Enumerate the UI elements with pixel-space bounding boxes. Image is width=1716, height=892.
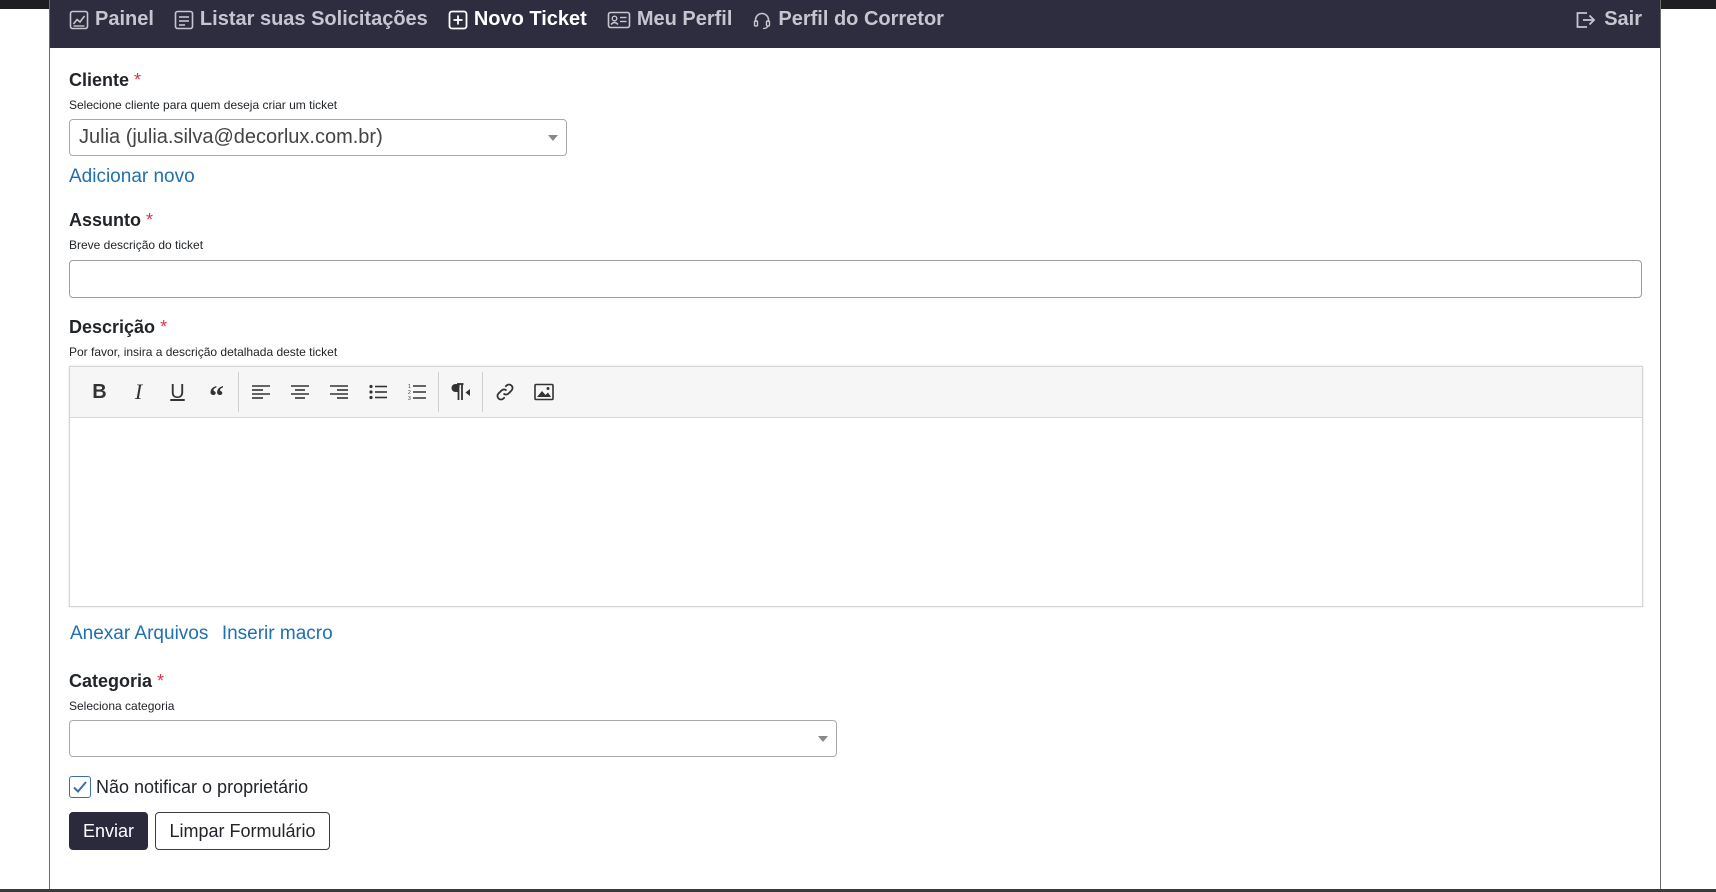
chevron-down-icon	[818, 736, 828, 742]
bold-icon: B	[92, 380, 107, 403]
required-asterisk: *	[134, 70, 142, 90]
cliente-label: Cliente *	[69, 70, 1643, 91]
align-left-button[interactable]	[241, 373, 280, 411]
quote-icon: “	[209, 380, 224, 413]
reset-form-button[interactable]: Limpar Formulário	[155, 812, 330, 850]
nav-item-label: Perfil do Corretor	[778, 8, 944, 30]
required-asterisk: *	[160, 317, 168, 337]
id-card-icon	[607, 11, 631, 28]
attach-files-link[interactable]: Anexar Arquivos	[70, 623, 208, 644]
list-icon	[174, 10, 194, 29]
categoria-label: Categoria *	[69, 671, 1643, 692]
cliente-label-text: Cliente	[69, 70, 130, 90]
descricao-label-text: Descrição	[69, 317, 156, 337]
submit-button[interactable]: Enviar	[69, 812, 149, 850]
assunto-field-group: Assunto * Breve descrição do ticket	[69, 210, 1643, 298]
align-right-button[interactable]	[319, 373, 358, 411]
cliente-field-group: Cliente * Selecione cliente para quem des…	[69, 70, 1643, 188]
categoria-select[interactable]	[69, 720, 837, 757]
notify-owner-checkbox[interactable]	[69, 776, 91, 798]
paragraph-direction-icon	[451, 383, 470, 400]
headset-icon	[754, 12, 771, 29]
notify-checkbox-row: Não notificar o proprietário	[69, 776, 1643, 798]
nav-item-painel[interactable]: Painel	[69, 8, 154, 31]
nav-item-label: Meu Perfil	[636, 8, 733, 30]
chevron-down-icon	[548, 135, 558, 141]
svg-text:3: 3	[408, 396, 411, 401]
top-navbar: Painel Listar suas Solicitações Novo Tic…	[50, 0, 1660, 48]
bullet-list-icon	[368, 384, 387, 400]
bullet-list-button[interactable]	[358, 373, 397, 411]
toolbar-separator	[482, 372, 483, 412]
italic-icon: I	[134, 379, 143, 404]
required-asterisk: *	[157, 671, 165, 691]
image-button[interactable]	[524, 373, 563, 411]
categoria-help-text: Seleciona categoria	[69, 699, 175, 713]
underline-button[interactable]: U	[158, 373, 197, 411]
nav-item-listar-solicitacoes[interactable]: Listar suas Solicitações	[174, 8, 428, 31]
paragraph-direction-button[interactable]	[441, 373, 480, 411]
underline-icon: U	[170, 380, 185, 403]
form-buttons: Enviar Limpar Formulário	[69, 812, 1643, 850]
editor-toolbar: B I U “ 1 2 3	[70, 367, 1642, 418]
nav-item-label: Listar suas Solicitações	[199, 8, 428, 30]
toolbar-separator	[438, 372, 439, 412]
descricao-label: Descrição *	[69, 317, 1643, 338]
image-icon	[533, 383, 554, 401]
assunto-help-text: Breve descrição do ticket	[69, 238, 204, 252]
descricao-field-group: Descrição * Por favor, insira a descrição…	[69, 317, 1643, 607]
page-container: Painel Listar suas Solicitações Novo Tic…	[49, 0, 1661, 892]
editor-actions: Anexar Arquivos Inserir macro	[69, 623, 1643, 645]
categoria-field-group: Categoria * Seleciona categoria	[69, 671, 1643, 757]
italic-button[interactable]: I	[119, 373, 158, 411]
align-right-icon	[329, 385, 348, 399]
cliente-select[interactable]: Julia (julia.silva@decorlux.com.br)	[69, 119, 567, 156]
required-asterisk: *	[146, 210, 154, 230]
plus-square-icon	[448, 10, 468, 29]
nav-item-label: Painel	[95, 8, 154, 30]
assunto-label: Assunto *	[69, 210, 1643, 231]
logout-label: Sair	[1604, 8, 1642, 30]
insert-macro-link[interactable]: Inserir macro	[222, 623, 333, 644]
link-icon	[496, 383, 513, 401]
align-center-button[interactable]	[280, 373, 319, 411]
link-button[interactable]	[485, 373, 524, 411]
chart-icon	[69, 10, 89, 29]
logout-icon	[1576, 11, 1596, 28]
nav-item-meu-perfil[interactable]: Meu Perfil	[607, 8, 733, 31]
assunto-label-text: Assunto	[69, 210, 141, 230]
cliente-selected-value: Julia (julia.silva@decorlux.com.br)	[79, 126, 383, 148]
align-center-icon	[290, 385, 309, 399]
nav-item-perfil-corretor[interactable]: Perfil do Corretor	[752, 8, 944, 31]
numbered-list-button[interactable]: 123	[397, 373, 436, 411]
categoria-label-text: Categoria	[69, 671, 153, 691]
bold-button[interactable]: B	[80, 373, 119, 411]
quote-button[interactable]: “	[197, 373, 236, 413]
cliente-help-text: Selecione cliente para quem deseja criar…	[69, 98, 338, 112]
descricao-help-text: Por favor, insira a descrição detalhada …	[69, 345, 338, 359]
numbered-list-icon: 123	[408, 384, 426, 401]
add-new-client-link[interactable]: Adicionar novo	[69, 166, 195, 187]
notify-owner-label[interactable]: Não notificar o proprietário	[96, 777, 308, 798]
new-ticket-form: Cliente * Selecione cliente para quem des…	[69, 70, 1643, 850]
nav-item-novo-ticket[interactable]: Novo Ticket	[448, 8, 587, 31]
editor-content-area[interactable]	[70, 418, 1642, 606]
rich-text-editor: B I U “ 1 2 3	[69, 366, 1643, 607]
checkmark-icon	[73, 781, 87, 793]
nav-item-label: Novo Ticket	[473, 8, 587, 30]
logout-button[interactable]: Sair	[1574, 8, 1642, 31]
assunto-input[interactable]	[69, 260, 1642, 298]
toolbar-separator	[238, 372, 239, 412]
align-left-icon	[251, 385, 270, 399]
